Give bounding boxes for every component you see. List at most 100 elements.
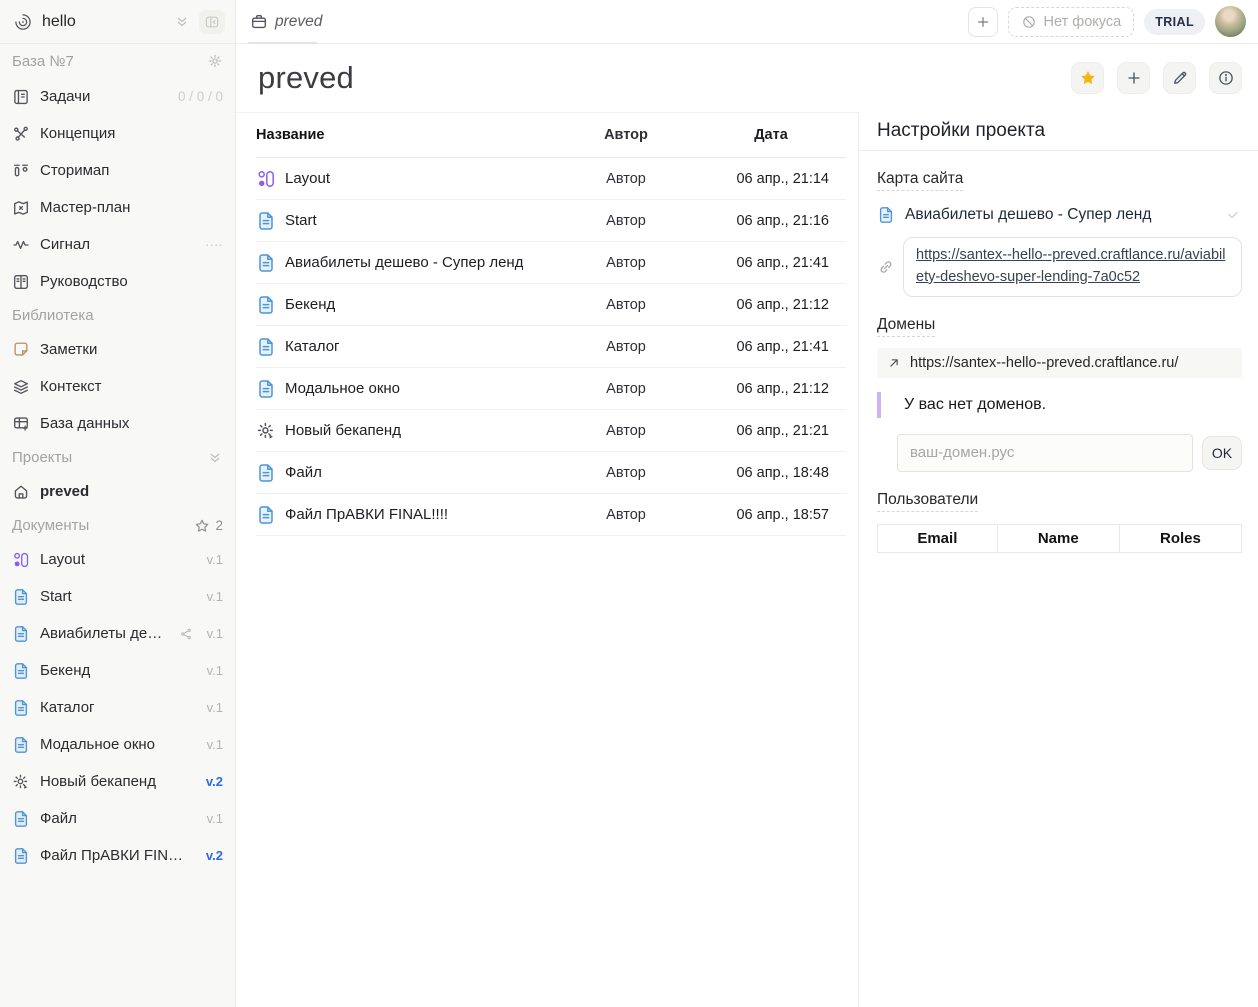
sidebar-item-label: Сторимап — [40, 162, 223, 179]
gear-play-icon — [256, 421, 276, 441]
chevron-check-icon[interactable] — [1224, 206, 1242, 224]
document-version: v.1 — [207, 589, 223, 604]
sidebar-item-label: База данных — [40, 415, 223, 432]
row-author: Автор — [556, 339, 696, 355]
chevron-double-down-icon[interactable] — [174, 14, 190, 30]
header-date: Дата — [696, 127, 846, 143]
gear-play-icon — [12, 773, 30, 791]
focus-button-label: Нет фокуса — [1044, 14, 1122, 30]
sidebar-library-item[interactable]: База данных — [0, 405, 235, 442]
row-date: 06 апр., 21:12 — [696, 381, 846, 397]
sidebar-document-label: Модальное окно — [40, 736, 193, 753]
table-row[interactable]: StartАвтор06 апр., 21:16 — [256, 200, 846, 242]
trial-badge[interactable]: TRIAL — [1144, 9, 1205, 35]
add-document-button[interactable] — [1117, 62, 1150, 94]
workspace-switcher[interactable]: hello — [0, 0, 235, 44]
sidebar-item-label: Заметки — [40, 341, 223, 358]
sidebar-item[interactable]: Сторимап — [0, 152, 235, 189]
row-name-cell: Start — [256, 211, 556, 231]
sidebar-document-item[interactable]: Каталогv.1 — [0, 689, 235, 726]
sidebar-document-item[interactable]: Startv.1 — [0, 578, 235, 615]
pencil-icon — [1171, 69, 1189, 87]
file-icon — [256, 295, 276, 315]
sidebar-item[interactable]: Сигнал ···· — [0, 226, 235, 263]
row-name-cell: Авиабилеты дешево - Супер ленд — [256, 253, 556, 273]
breadcrumb[interactable]: preved — [250, 13, 968, 31]
table-row[interactable]: LayoutАвтор06 апр., 21:14 — [256, 158, 846, 200]
sidebar-document-item[interactable]: Авиабилеты дешевоv.1 — [0, 615, 235, 652]
sidebar-item[interactable]: Концепция — [0, 115, 235, 152]
sidebar-document-label: Каталог — [40, 699, 193, 716]
row-author: Автор — [556, 423, 696, 439]
sidebar-document-item[interactable]: Layoutv.1 — [0, 541, 235, 578]
sidebar: hello База №7 Задачи0 / 0 / 0КонцепцияСт… — [0, 0, 236, 1007]
row-author: Автор — [556, 171, 696, 187]
workspace-name: hello — [42, 13, 165, 31]
table-row[interactable]: БекендАвтор06 апр., 21:12 — [256, 284, 846, 326]
table-row[interactable]: ФайлАвтор06 апр., 18:48 — [256, 452, 846, 494]
sitemap-label: Карта сайта — [877, 170, 963, 191]
workspace-logo-icon — [13, 12, 33, 32]
domains-label: Домены — [877, 316, 935, 337]
row-name-cell: Модальное окно — [256, 379, 556, 399]
sidebar-library-item[interactable]: Заметки — [0, 331, 235, 368]
domain-row[interactable]: https://santex--hello--preved.craftlance… — [877, 348, 1242, 378]
sidebar-library-item[interactable]: Контекст — [0, 368, 235, 405]
edit-button[interactable] — [1163, 62, 1196, 94]
sidebar-item-meta: ···· — [205, 237, 223, 252]
domain-input[interactable] — [897, 434, 1193, 472]
file-icon — [12, 662, 30, 680]
users-table: EmailNameRoles — [877, 524, 1242, 553]
table-row[interactable]: КаталогАвтор06 апр., 21:41 — [256, 326, 846, 368]
row-name-cell: Новый бекапенд — [256, 421, 556, 441]
domain-link[interactable]: https://santex--hello--preved.craftlance… — [910, 355, 1178, 371]
section-library: Библиотека — [0, 300, 235, 331]
sidebar-document-label: Layout — [40, 551, 193, 568]
sidebar-document-item[interactable]: Файлv.1 — [0, 800, 235, 837]
sidebar-document-item[interactable]: Бекендv.1 — [0, 652, 235, 689]
document-version: v.2 — [206, 848, 223, 863]
favorite-button[interactable] — [1071, 62, 1104, 94]
sidebar-item-label: Руководство — [40, 273, 223, 290]
sidebar-documents: Layoutv.1Startv.1Авиабилеты дешевоv.1Бек… — [0, 541, 235, 874]
sidebar-item[interactable]: Задачи0 / 0 / 0 — [0, 78, 235, 115]
sitemap-doc-row[interactable]: Авиабилеты дешево - Супер ленд — [877, 206, 1242, 224]
sitemap-url-link[interactable]: https://santex--hello--preved.craftlance… — [916, 247, 1225, 285]
users-header-cell: Roles — [1119, 524, 1241, 552]
chevron-double-down-icon[interactable] — [207, 450, 223, 466]
topbar-actions: Нет фокуса TRIAL — [968, 6, 1246, 37]
sidebar-document-item[interactable]: Новый бекапендv.2 — [0, 763, 235, 800]
table-row[interactable]: Файл ПрАВКИ FINAL!!!!Автор06 апр., 18:57 — [256, 494, 846, 536]
documents-star-badge[interactable]: 2 — [194, 518, 223, 534]
table-row[interactable]: Новый бекапендАвтор06 апр., 21:21 — [256, 410, 846, 452]
focus-button[interactable]: Нет фокуса — [1008, 7, 1135, 37]
row-name: Start — [285, 212, 317, 229]
table-row[interactable]: Авиабилеты дешево - Супер лендАвтор06 ап… — [256, 242, 846, 284]
sidebar-item-label: Сигнал — [40, 236, 195, 253]
masterplan-icon — [12, 199, 30, 217]
row-name: Бекенд — [285, 296, 335, 313]
section-projects[interactable]: Проекты — [0, 442, 235, 473]
gear-icon[interactable] — [207, 53, 223, 69]
briefcase-icon — [250, 13, 268, 31]
link-icon — [877, 258, 895, 276]
info-button[interactable] — [1209, 62, 1242, 94]
avatar[interactable] — [1215, 6, 1246, 37]
sitemap-url-row: https://santex--hello--preved.craftlance… — [877, 237, 1242, 297]
file-icon — [12, 588, 30, 606]
section-library-label: Библиотека — [12, 307, 223, 324]
row-name-cell: Layout — [256, 169, 556, 189]
row-name: Новый бекапенд — [285, 422, 401, 439]
table-row[interactable]: Модальное окноАвтор06 апр., 21:12 — [256, 368, 846, 410]
ok-button[interactable]: OK — [1202, 436, 1242, 470]
sidebar-collapse-icon[interactable] — [199, 10, 225, 34]
add-button[interactable] — [968, 7, 998, 37]
storymap-icon — [12, 162, 30, 180]
sidebar-item[interactable]: Руководство — [0, 263, 235, 300]
sidebar-document-item[interactable]: Модальное окноv.1 — [0, 726, 235, 763]
sidebar-document-item[interactable]: Файл ПрАВКИ FINAL!!!!v.2 — [0, 837, 235, 874]
sidebar-project-item[interactable]: preved — [0, 473, 235, 510]
sidebar-item[interactable]: Мастер-план — [0, 189, 235, 226]
star-filled-icon — [1079, 69, 1097, 87]
row-name-cell: Файл ПрАВКИ FINAL!!!! — [256, 505, 556, 525]
